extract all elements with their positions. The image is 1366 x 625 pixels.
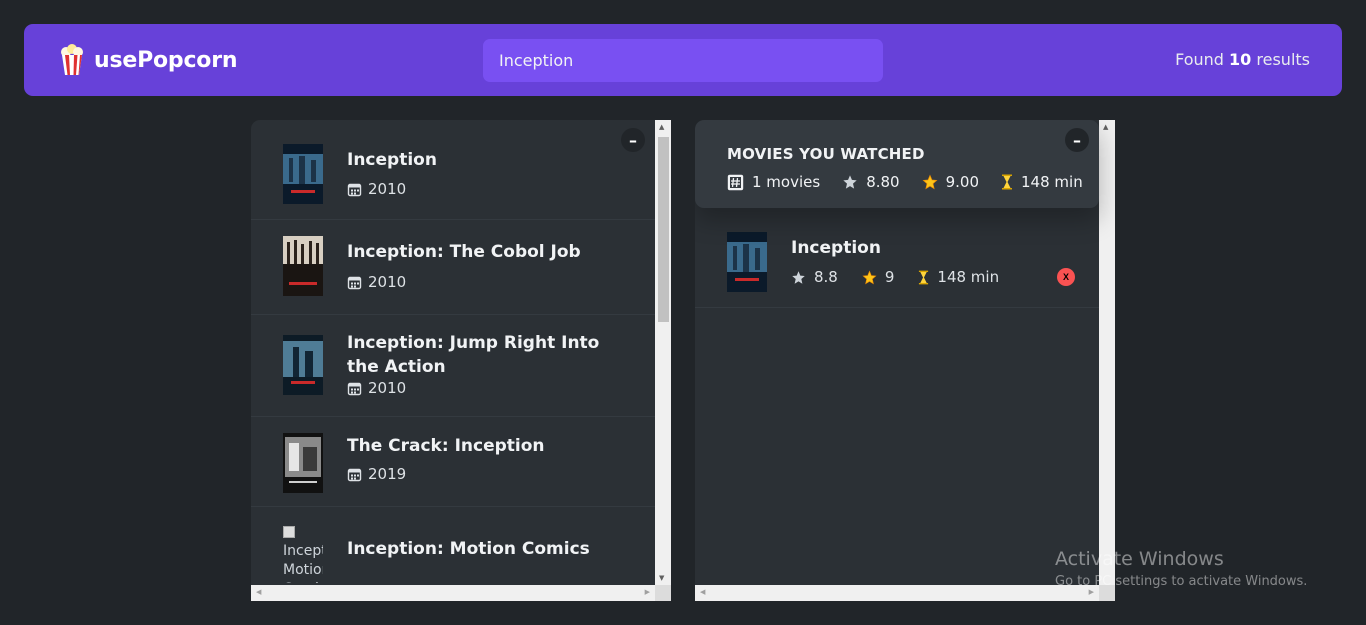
watched-movie-title: Inception [791, 238, 881, 258]
movie-year: 2010 [347, 379, 406, 397]
search-input[interactable] [483, 39, 883, 82]
horizontal-scrollbar[interactable]: ◀ ▶ [695, 585, 1115, 601]
list-item[interactable]: Inception: Jump Right Into the Action 20… [251, 315, 655, 417]
collapse-search-results-button[interactable]: – [621, 128, 645, 152]
movie-title: Inception: Motion Comics [347, 539, 590, 559]
vertical-scrollbar[interactable]: ▲ [1099, 120, 1115, 585]
movie-year: 2010 [347, 180, 406, 198]
list-item[interactable]: Inception: Motion Comics Inception: Moti… [251, 507, 655, 597]
scrollbar-thumb[interactable] [658, 137, 669, 322]
movie-title: Inception [347, 150, 437, 170]
collapse-watched-button[interactable]: – [1065, 128, 1089, 152]
glowing-star-icon [922, 174, 938, 190]
movie-poster [283, 335, 323, 395]
watched-list-item: Inception 8.8 9 148 min X [695, 228, 1099, 308]
user-rating: 9 [862, 268, 894, 286]
popcorn-icon [61, 44, 83, 75]
navbar: usePopcorn Found 10 results [24, 24, 1342, 96]
watermark-title: Activate Windows [1055, 548, 1224, 570]
movie-title: Inception: The Cobol Job [347, 242, 581, 262]
results-count: Found 10 results [1175, 50, 1310, 69]
broken-poster-image: Inception: Motion Comics [283, 523, 323, 583]
movie-poster [283, 433, 323, 493]
search-results-box: – Inception 2010 Inception: The Cobol Jo… [251, 120, 671, 601]
search-results-list: Inception 2010 Inception: The Cobol Job … [251, 120, 655, 597]
list-item[interactable]: The Crack: Inception 2019 [251, 417, 655, 507]
watermark-subtitle: Go to PC settings to activate Windows. [1055, 574, 1308, 589]
movie-poster [283, 236, 323, 296]
results-number: 10 [1229, 50, 1252, 69]
vertical-scrollbar[interactable]: ▲ ▼ [655, 120, 671, 585]
hash-icon [727, 174, 744, 190]
num-movies-stat: 1 movies [727, 173, 820, 191]
delete-watched-button[interactable]: X [1057, 268, 1075, 286]
runtime: 148 min [918, 268, 999, 286]
calendar-icon [347, 382, 362, 395]
app-title: usePopcorn [94, 47, 238, 73]
hourglass-icon [919, 270, 929, 284]
movie-year: 2019 [347, 465, 406, 483]
list-item[interactable]: Inception: The Cobol Job 2010 [251, 220, 655, 315]
logo: usePopcorn [60, 44, 238, 76]
watched-summary: Movies you watched 1 movies 8.80 9.00 14… [695, 120, 1099, 208]
horizontal-scrollbar[interactable]: ◀ ▶ [251, 585, 671, 601]
calendar-icon [347, 276, 362, 289]
star-icon [843, 175, 857, 189]
glowing-star-icon [862, 269, 877, 284]
activate-windows-watermark: Activate Windows Go to PC settings to ac… [1055, 548, 1307, 589]
avg-imdb-rating-stat: 8.80 [842, 173, 900, 191]
hourglass-icon [1002, 174, 1013, 190]
summary-heading: Movies you watched [727, 145, 925, 163]
calendar-icon [347, 183, 362, 196]
movie-title: Inception: Jump Right Into the Action [347, 333, 600, 377]
movie-title: The Crack: Inception [347, 436, 545, 456]
imdb-rating: 8.8 [791, 268, 838, 286]
movie-poster [727, 232, 767, 292]
star-icon [792, 270, 805, 284]
avg-runtime-stat: 148 min [1001, 173, 1083, 191]
movie-year: 2010 [347, 273, 406, 291]
movie-poster [283, 144, 323, 204]
calendar-icon [347, 468, 362, 481]
list-item[interactable]: Inception 2010 [251, 120, 655, 220]
avg-user-rating-stat: 9.00 [922, 173, 979, 191]
watched-box: – Movies you watched 1 movies 8.80 9.00 … [695, 120, 1115, 601]
